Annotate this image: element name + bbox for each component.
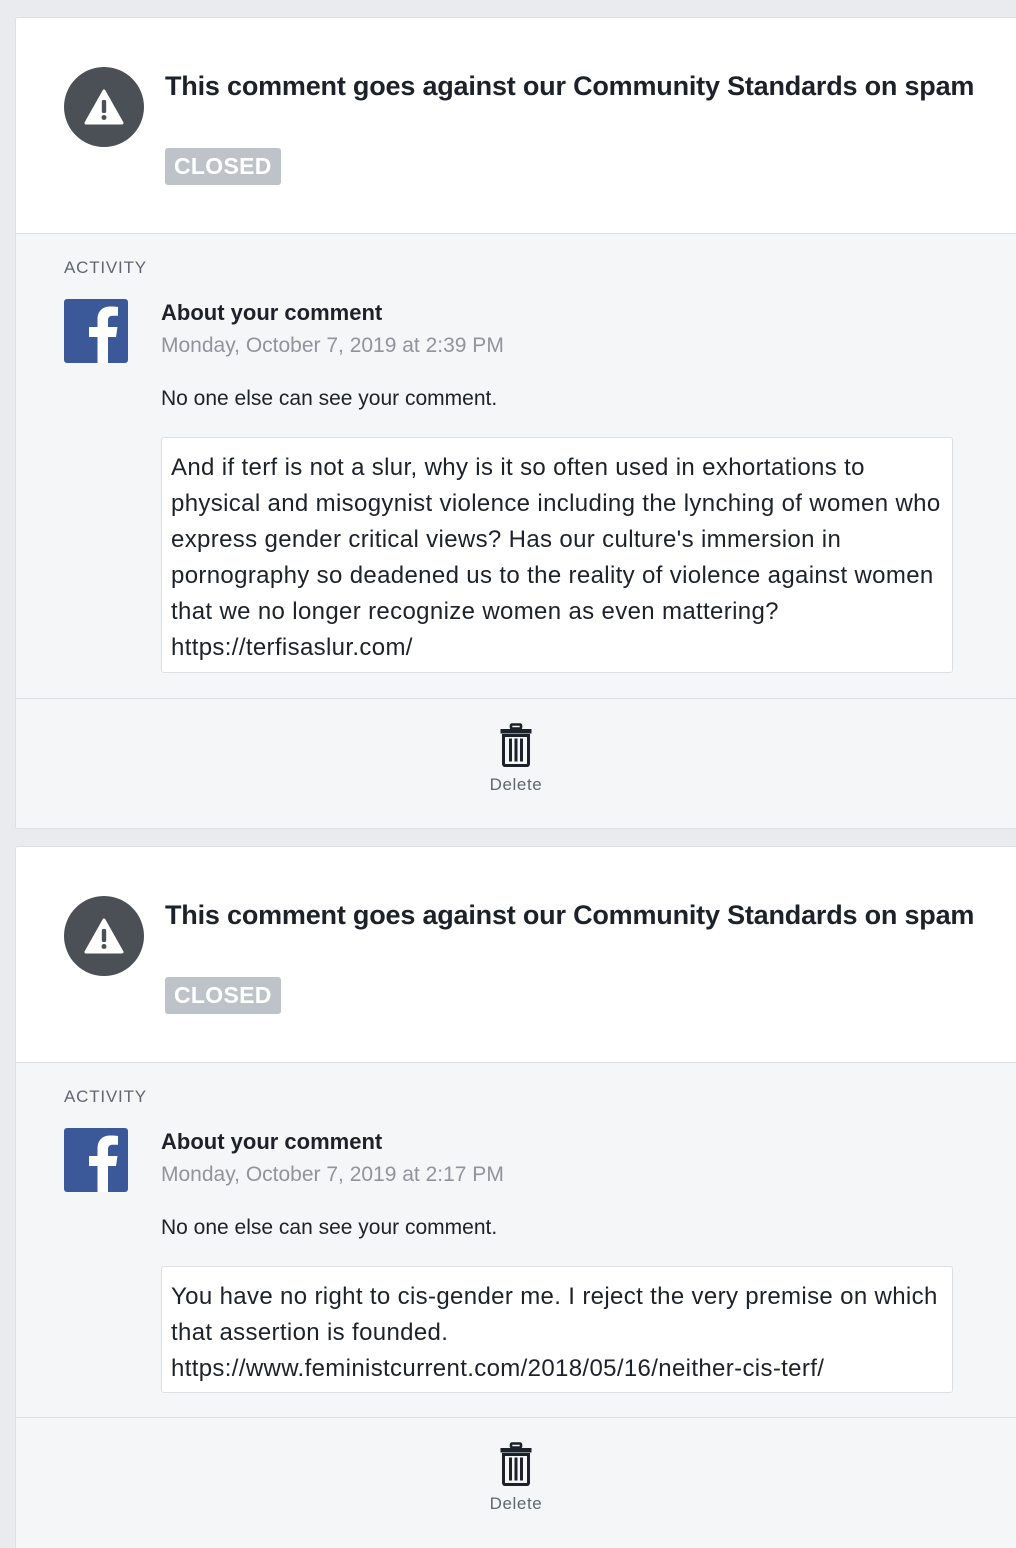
trash-icon (499, 1442, 533, 1486)
facebook-logo-icon (64, 1128, 128, 1192)
support-inbox-page: This comment goes against our Community … (0, 0, 1016, 1548)
activity-note: No one else can see your comment. (161, 1216, 498, 1239)
report-header: This comment goes against our Community … (16, 847, 1016, 1063)
activity-label: ACTIVITY (64, 258, 147, 277)
action-bar: Delete (16, 699, 1016, 828)
trash-icon (499, 723, 533, 767)
report-card: This comment goes against our Community … (15, 846, 1016, 1548)
report-header: This comment goes against our Community … (16, 18, 1016, 234)
delete-button[interactable]: Delete (466, 1442, 566, 1522)
status-badge: CLOSED (165, 977, 281, 1014)
report-title: This comment goes against our Community … (165, 71, 975, 101)
facebook-logo-icon (64, 299, 128, 363)
activity-title: About your comment (161, 1129, 383, 1154)
comment-text: And if terf is not a slur, why is it so … (161, 437, 953, 673)
activity-date: Monday, October 7, 2019 at 2:39 PM (161, 334, 504, 357)
delete-label: Delete (489, 775, 543, 794)
delete-label: Delete (489, 1494, 543, 1513)
activity-date: Monday, October 7, 2019 at 2:17 PM (161, 1163, 504, 1186)
report-card: This comment goes against our Community … (15, 17, 1016, 829)
warning-icon (64, 67, 144, 147)
status-badge: CLOSED (165, 148, 281, 185)
activity-section: ACTIVITY About your comment Monday, Octo… (16, 1063, 1016, 1418)
activity-note: No one else can see your comment. (161, 387, 498, 410)
report-title: This comment goes against our Community … (165, 900, 975, 930)
activity-title: About your comment (161, 300, 383, 325)
comment-text: You have no right to cis-gender me. I re… (161, 1266, 953, 1393)
delete-button[interactable]: Delete (466, 723, 566, 803)
warning-icon (64, 896, 144, 976)
activity-section: ACTIVITY About your comment Monday, Octo… (16, 234, 1016, 699)
activity-label: ACTIVITY (64, 1087, 147, 1106)
action-bar: Delete (16, 1418, 1016, 1548)
